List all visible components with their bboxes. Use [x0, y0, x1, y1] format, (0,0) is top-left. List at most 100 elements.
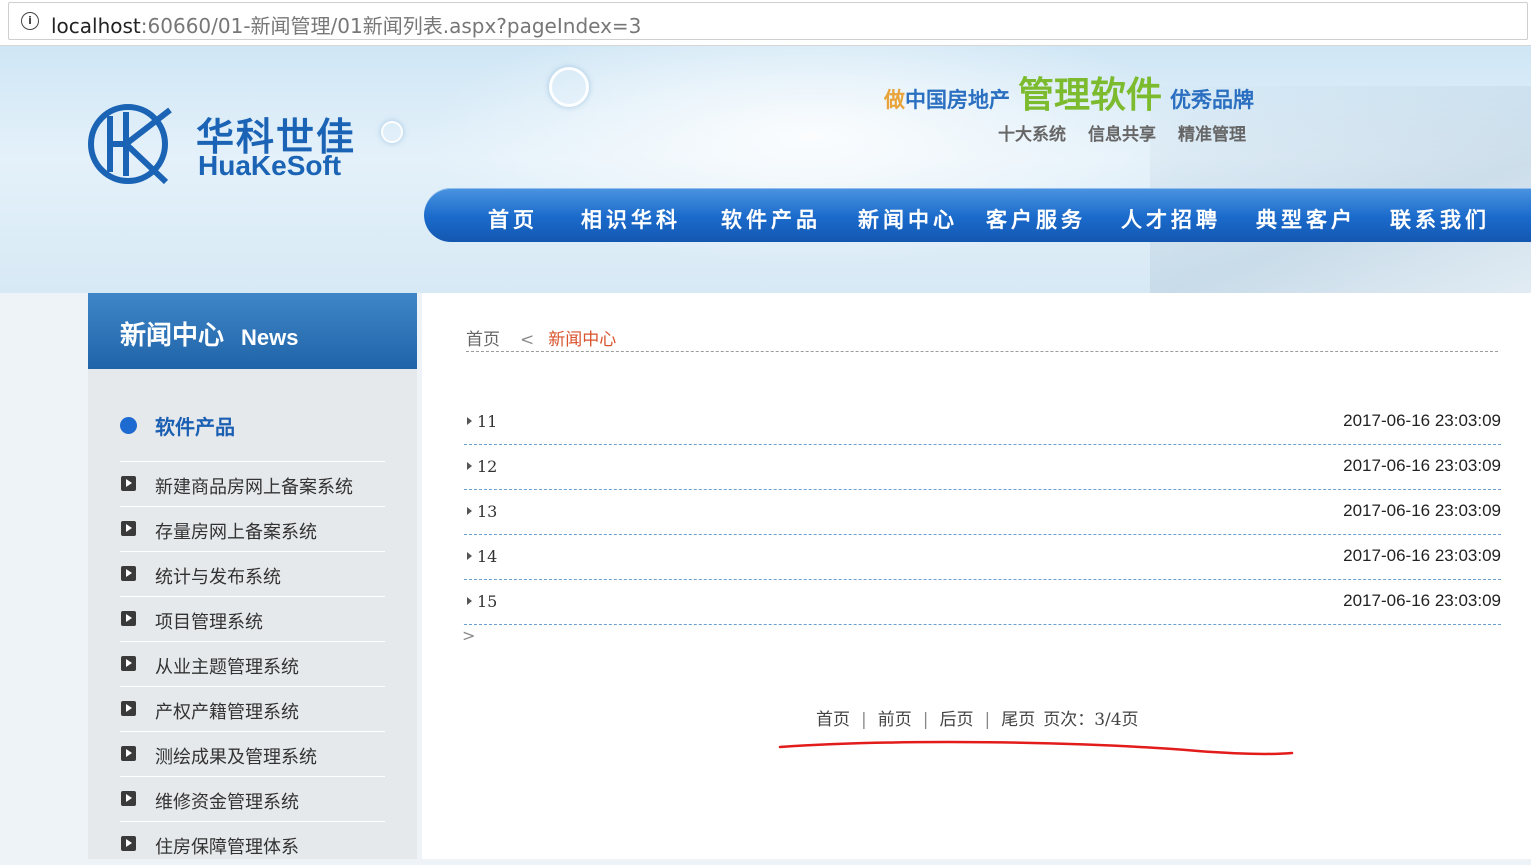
nav-item-products[interactable]: 软件产品	[721, 204, 821, 234]
main-nav: 首页 相识华科 软件产品 新闻中心 客户服务 人才招聘 典型客户 联系我们	[424, 188, 1531, 242]
triangle-right-icon	[467, 552, 472, 560]
news-title-link[interactable]: 12	[477, 457, 497, 476]
sidebar: 新闻中心 News 软件产品 新建商品房网上备案系统 存量房网上备案系统 统计与…	[88, 293, 417, 859]
red-underline-annotation	[778, 740, 1294, 756]
sidebar-item-label: 住房保障管理体系	[155, 837, 299, 858]
sidebar-category[interactable]: 软件产品	[120, 411, 235, 440]
sidebar-item-label: 统计与发布系统	[155, 567, 281, 588]
triangle-right-icon	[467, 507, 472, 515]
nav-item-service[interactable]: 客户服务	[986, 204, 1086, 234]
pager-separator: |	[861, 710, 867, 730]
news-title-link[interactable]: 13	[477, 502, 497, 521]
triangle-right-icon	[467, 597, 472, 605]
play-square-icon	[121, 791, 136, 806]
play-square-icon	[121, 746, 136, 761]
nav-item-careers[interactable]: 人才招聘	[1121, 204, 1221, 234]
news-time: 2017-06-16 23:03:09	[1343, 411, 1501, 430]
url-text[interactable]: localhost:60660/01-新闻管理/01新闻列表.aspx?page…	[51, 10, 641, 39]
slogan-prefix: 做	[884, 88, 905, 112]
sidebar-item-label: 测绘成果及管理系统	[155, 747, 317, 768]
slogan: 做中国房地产 管理软件 优秀品牌	[884, 66, 1254, 118]
sub-slogan-item: 信息共享	[1088, 125, 1156, 145]
main-content: 首页 < 新闻中心 11 2017-06-16 23:03:09 12 2017-0…	[422, 293, 1531, 859]
news-time: 2017-06-16 23:03:09	[1343, 591, 1501, 610]
sidebar-item[interactable]: 新建商品房网上备案系统	[120, 461, 385, 505]
news-title-link[interactable]: 11	[477, 412, 497, 431]
sidebar-item[interactable]: 住房保障管理体系	[120, 821, 385, 865]
sidebar-item-label: 从业主题管理系统	[155, 657, 299, 678]
url-box[interactable]: i localhost:60660/01-新闻管理/01新闻列表.aspx?pa…	[8, 2, 1528, 40]
logo-english-name: HuaKeSoft	[198, 150, 342, 181]
news-row[interactable]: 12 2017-06-16 23:03:09	[464, 445, 1501, 490]
sidebar-item[interactable]: 存量房网上备案系统	[120, 506, 385, 550]
url-path: :60660/01-新闻管理/01新闻列表.aspx?pageIndex=3	[140, 14, 642, 38]
news-row[interactable]: 14 2017-06-16 23:03:09	[464, 535, 1501, 580]
play-square-icon	[121, 476, 136, 491]
nav-item-news[interactable]: 新闻中心	[858, 204, 958, 234]
sub-slogan-item: 十大系统	[998, 125, 1066, 145]
sidebar-category-label: 软件产品	[155, 415, 235, 439]
sidebar-header: 新闻中心 News	[88, 293, 417, 369]
pager-separator: |	[984, 710, 991, 730]
play-square-icon	[121, 701, 136, 716]
bubble-decoration	[381, 121, 403, 143]
url-host: localhost	[51, 14, 141, 38]
play-square-icon	[121, 521, 136, 536]
sidebar-item-label: 项目管理系统	[155, 612, 263, 633]
sidebar-item[interactable]: 项目管理系统	[120, 596, 385, 640]
sidebar-item[interactable]: 产权产籍管理系统	[120, 686, 385, 730]
address-bar: i localhost:60660/01-新闻管理/01新闻列表.aspx?pa…	[0, 0, 1531, 46]
pager-separator: |	[922, 710, 929, 730]
play-square-icon	[121, 611, 136, 626]
slogan-part1: 中国房地产	[905, 88, 1010, 112]
bullet-icon	[120, 417, 137, 434]
play-square-icon	[121, 656, 136, 671]
nav-item-home[interactable]: 首页	[488, 204, 538, 234]
breadcrumb-home-link[interactable]: 首页	[466, 330, 500, 350]
news-row[interactable]: 11 2017-06-16 23:03:09	[464, 400, 1501, 445]
news-time: 2017-06-16 23:03:09	[1343, 546, 1501, 565]
site-banner: 华科世佳 HuaKeSoft 做中国房地产 管理软件 优秀品牌 十大系统 信息共享 精准…	[0, 46, 1531, 293]
sidebar-item[interactable]: 测绘成果及管理系统	[120, 731, 385, 775]
news-title-link[interactable]: 15	[477, 592, 497, 611]
sidebar-item-label: 新建商品房网上备案系统	[155, 477, 353, 498]
slogan-highlight: 管理软件	[1018, 75, 1163, 116]
sidebar-item[interactable]: 从业主题管理系统	[120, 641, 385, 685]
sidebar-item-label: 存量房网上备案系统	[155, 522, 317, 543]
breadcrumb-separator: <	[520, 330, 535, 350]
triangle-right-icon	[467, 417, 472, 425]
pager-next-link[interactable]: 后页	[939, 710, 973, 730]
info-icon[interactable]: i	[21, 12, 39, 30]
breadcrumb: 首页 < 新闻中心	[466, 325, 616, 350]
bubble-decoration	[549, 67, 589, 107]
pager-prev-link[interactable]: 前页	[878, 710, 912, 730]
nav-item-clients[interactable]: 典型客户	[1256, 204, 1356, 234]
nav-item-contact[interactable]: 联系我们	[1390, 204, 1490, 234]
logo-icon[interactable]	[86, 102, 178, 186]
play-square-icon	[121, 836, 136, 851]
breadcrumb-current: 新闻中心	[548, 330, 617, 350]
sidebar-item-label: 维修资金管理系统	[155, 792, 299, 813]
news-title-link[interactable]: 14	[477, 547, 497, 566]
sidebar-item[interactable]: 统计与发布系统	[120, 551, 385, 595]
pager-page-info: 页次：3/4页	[1043, 710, 1139, 730]
pager-first-link[interactable]: 首页	[816, 710, 850, 730]
nav-item-about[interactable]: 相识华科	[581, 204, 681, 234]
sub-slogan-item: 精准管理	[1178, 125, 1246, 145]
news-row[interactable]: 13 2017-06-16 23:03:09	[464, 490, 1501, 535]
sidebar-title-en: News	[241, 325, 299, 350]
sidebar-title: 新闻中心	[120, 321, 225, 351]
sub-slogan: 十大系统 信息共享 精准管理	[998, 120, 1268, 145]
pager-last-link[interactable]: 尾页	[1001, 710, 1035, 730]
breadcrumb-divider	[466, 351, 1498, 352]
sidebar-item-label: 产权产籍管理系统	[155, 702, 299, 723]
triangle-right-icon	[467, 462, 472, 470]
play-square-icon	[121, 566, 136, 581]
news-row[interactable]: 15 2017-06-16 23:03:09	[464, 580, 1501, 625]
sidebar-item[interactable]: 维修资金管理系统	[120, 776, 385, 820]
chevron-right-icon: >	[462, 626, 476, 645]
news-time: 2017-06-16 23:03:09	[1343, 501, 1501, 520]
pagination: 首页 | 前页 | 后页 | 尾页 页次：3/4页	[816, 705, 1139, 730]
slogan-part2: 优秀品牌	[1170, 88, 1255, 112]
news-time: 2017-06-16 23:03:09	[1343, 456, 1501, 475]
